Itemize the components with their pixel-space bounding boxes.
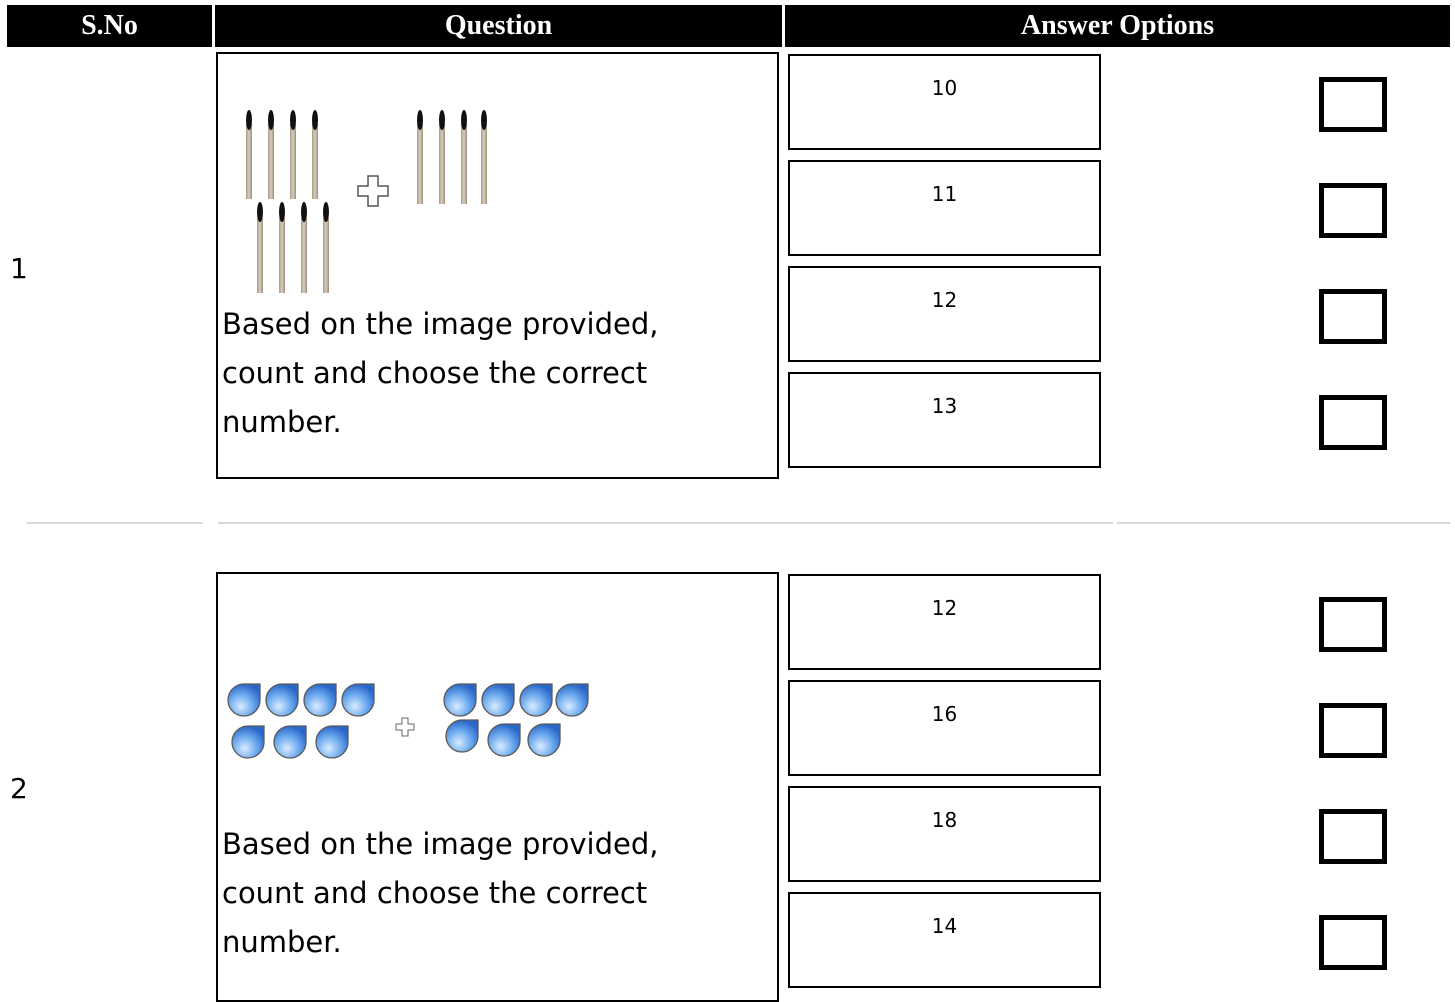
option-checkbox[interactable] [1319,183,1387,238]
header-answer-options: Answer Options [785,5,1450,47]
question-text: Based on the image provided, count and c… [222,827,659,959]
answer-option[interactable]: 10 [788,54,1101,150]
question-card: Based on the image provided, count and c… [216,52,779,479]
answer-option[interactable]: 18 [788,786,1101,882]
option-checkbox[interactable] [1319,289,1387,344]
answer-option[interactable]: 12 [788,266,1101,362]
answer-option[interactable]: 14 [788,892,1101,988]
option-checkbox[interactable] [1319,597,1387,652]
header-question: Question [215,5,782,47]
option-checkbox[interactable] [1319,809,1387,864]
answer-option[interactable]: 13 [788,372,1101,468]
row-divider [27,522,203,524]
question-number: 2 [10,772,28,805]
water-drops-addition-icon [227,683,589,759]
option-checkbox[interactable] [1319,915,1387,970]
answer-option[interactable]: 12 [788,574,1101,670]
row-divider [1117,522,1450,524]
row-divider [218,522,1113,524]
option-checkbox[interactable] [1319,77,1387,132]
question-text: Based on the image provided, count and c… [222,307,659,439]
option-checkbox[interactable] [1319,395,1387,450]
header-sno: S.No [7,5,212,47]
option-checkbox[interactable] [1319,703,1387,758]
question-number: 1 [10,252,28,285]
question-card: Based on the image provided, count and c… [216,572,779,1002]
answer-option[interactable]: 16 [788,680,1101,776]
answer-option[interactable]: 11 [788,160,1101,256]
matchsticks-addition-icon [246,110,487,293]
